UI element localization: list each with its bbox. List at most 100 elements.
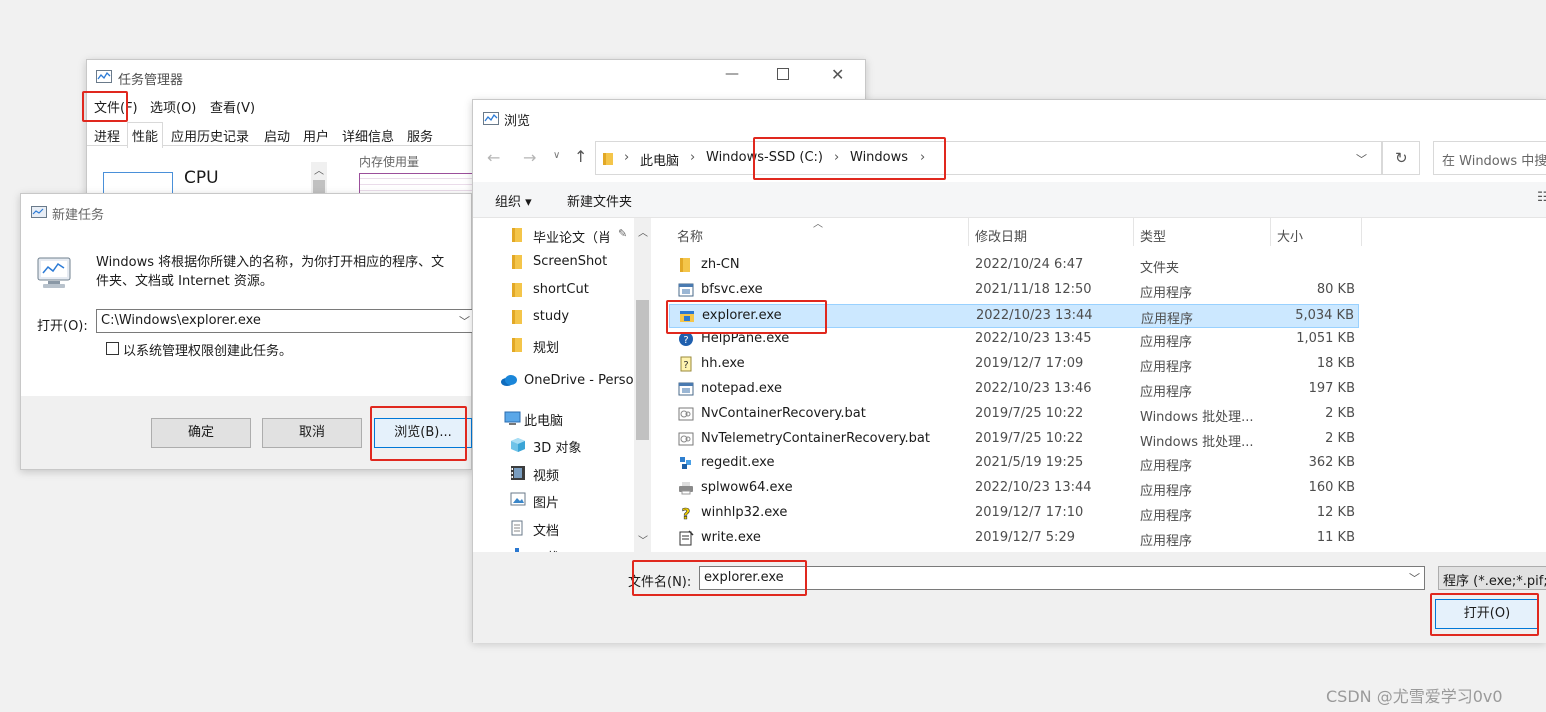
search-box[interactable]: 在 Windows 中搜 — [1433, 141, 1546, 175]
column-date[interactable]: 修改日期 — [975, 226, 1027, 245]
menu-file[interactable]: 文件(F) — [94, 97, 138, 116]
breadcrumb-windows[interactable]: Windows — [850, 150, 908, 165]
nav-item[interactable]: 文档 — [473, 517, 633, 541]
browse-button[interactable]: 浏览(B)... — [374, 418, 472, 448]
app-icon — [678, 381, 694, 401]
tab-app-history[interactable]: 应用历史记录 — [171, 126, 249, 145]
chevron-down-icon[interactable]: ﹀ — [1409, 570, 1420, 586]
pin-icon: ✎ — [618, 227, 628, 240]
task-manager-titlebar: 任务管理器 — ✕ — [87, 60, 865, 92]
column-divider[interactable] — [1361, 218, 1362, 246]
file-row[interactable]: ? hh.exe 2019/12/7 17:09 应用程序 18 KB — [669, 353, 1359, 377]
admin-checkbox[interactable] — [106, 342, 119, 355]
refresh-button[interactable]: ↻ — [1382, 141, 1420, 175]
open-input[interactable]: C:\Windows\explorer.exe — [101, 313, 261, 328]
file-row[interactable]: NvTelemetryContainerRecovery.bat 2019/7/2… — [669, 428, 1359, 452]
column-divider[interactable] — [1270, 218, 1271, 246]
up-icon[interactable]: ↑ — [574, 147, 587, 166]
file-row[interactable]: splwow64.exe 2022/10/23 13:44 应用程序 160 KB — [669, 477, 1359, 501]
scroll-up-icon[interactable]: ︿ — [312, 162, 326, 177]
view-options-icon[interactable]: ☷ — [1537, 190, 1546, 205]
file-name: write.exe — [701, 529, 761, 545]
file-list: ︿ 名称 修改日期 类型 大小 zh-CN 2022/10/24 6:47 文件夹 b… — [653, 218, 1546, 552]
refresh-icon[interactable]: ↻ — [1395, 149, 1408, 167]
column-size[interactable]: 大小 — [1277, 226, 1303, 245]
file-type: 应用程序 — [1140, 484, 1193, 500]
nav-item[interactable]: 规划 — [473, 334, 633, 358]
breadcrumb-this-pc[interactable]: 此电脑 — [640, 150, 679, 169]
svg-text:?: ? — [682, 505, 691, 521]
regedit-icon — [678, 455, 694, 475]
open-button[interactable]: 打开(O) — [1435, 599, 1539, 629]
filename-input[interactable]: explorer.exe — [704, 570, 784, 585]
forward-icon[interactable]: → — [523, 148, 536, 167]
column-type[interactable]: 类型 — [1140, 226, 1166, 245]
file-row[interactable]: NvContainerRecovery.bat 2019/7/25 10:22 Wi… — [669, 403, 1359, 427]
new-task-description-line1: Windows 将根据你所键入的名称，为你打开相应的程序、文 — [96, 255, 445, 270]
file-date: 2021/11/18 12:50 — [975, 281, 1092, 297]
address-dropdown-icon[interactable]: ﹀ — [1356, 151, 1367, 167]
column-divider[interactable] — [1133, 218, 1134, 246]
nav-item[interactable]: 视频 — [473, 462, 633, 486]
filetype-select[interactable]: 程序 (*.exe;*.pif; — [1438, 566, 1546, 590]
new-task-description-line2: 件夹、文档或 Internet 资源。 — [96, 274, 273, 289]
scroll-up-icon[interactable]: ︿ — [636, 224, 650, 239]
filetype-value[interactable]: 程序 (*.exe;*.pif; — [1443, 570, 1546, 589]
filename-label: 文件名(N): — [628, 575, 692, 590]
nav-item[interactable]: 毕业论文（肖 ✎ — [473, 224, 633, 248]
nav-scrollbar[interactable]: ︿ ﹀ — [634, 218, 651, 552]
file-row[interactable]: explorer.exe 2022/10/23 13:44 应用程序 5,034 KB — [669, 303, 1359, 328]
column-divider[interactable] — [968, 218, 969, 246]
file-row[interactable]: bfsvc.exe 2021/11/18 12:50 应用程序 80 KB — [669, 279, 1359, 303]
file-name: explorer.exe — [702, 307, 782, 323]
file-row[interactable]: write.exe 2019/12/7 5:29 应用程序 11 KB — [669, 527, 1359, 551]
breadcrumb[interactable]: › 此电脑 › Windows-SSD (C:) › Windows › ﹀ — [595, 141, 1382, 175]
chevron-down-icon[interactable]: ∨ — [553, 150, 560, 161]
computer-icon — [504, 410, 522, 430]
nav-item[interactable]: study — [473, 306, 633, 330]
menu-options[interactable]: 选项(O) — [150, 97, 196, 116]
nav-item[interactable]: 图片 — [473, 489, 633, 513]
browse-titlebar: 浏览 — [473, 100, 1546, 136]
filename-combobox[interactable]: explorer.exe ﹀ — [699, 566, 1425, 590]
filename-row: 文件名(N): explorer.exe ﹀ 程序 (*.exe;*.pif; … — [473, 552, 1546, 643]
tab-processes[interactable]: 进程 — [94, 126, 120, 145]
file-name: hh.exe — [701, 356, 745, 372]
nav-scroll-thumb[interactable] — [636, 300, 649, 440]
close-icon[interactable]: ✕ — [831, 65, 844, 84]
breadcrumb-drive[interactable]: Windows-SSD (C:) — [706, 150, 823, 165]
chevron-down-icon[interactable]: ﹀ — [459, 313, 470, 329]
ok-button[interactable]: 确定 — [151, 418, 251, 448]
file-row[interactable]: regedit.exe 2021/5/19 19:25 应用程序 362 KB — [669, 452, 1359, 476]
file-row[interactable]: zh-CN 2022/10/24 6:47 文件夹 — [669, 254, 1359, 278]
tab-details[interactable]: 详细信息 — [342, 126, 394, 145]
cancel-button[interactable]: 取消 — [262, 418, 362, 448]
file-row[interactable]: notepad.exe 2022/10/23 13:46 应用程序 197 KB — [669, 378, 1359, 402]
nav-item[interactable]: 下载 — [473, 544, 633, 552]
search-placeholder[interactable]: 在 Windows 中搜 — [1442, 150, 1546, 169]
nav-item[interactable]: 此电脑 — [473, 407, 633, 431]
scroll-down-icon[interactable]: ﹀ — [636, 532, 650, 547]
nav-item[interactable]: 3D 对象 — [473, 434, 633, 458]
folder-icon — [510, 337, 524, 357]
new-folder-button[interactable]: 新建文件夹 — [567, 191, 632, 210]
menu-view[interactable]: 查看(V) — [210, 97, 255, 116]
open-combobox[interactable]: C:\Windows\explorer.exe ﹀ — [96, 309, 473, 333]
column-name[interactable]: 名称 — [677, 226, 703, 245]
file-row[interactable]: ? HelpPane.exe 2022/10/23 13:45 应用程序 1,051 K… — [669, 328, 1359, 352]
back-icon[interactable]: ← — [487, 148, 500, 167]
tab-users[interactable]: 用户 — [303, 126, 329, 145]
tab-services[interactable]: 服务 — [407, 126, 433, 145]
nav-item[interactable]: shortCut — [473, 279, 633, 303]
nav-item[interactable]: OneDrive - Perso — [473, 370, 634, 394]
organize-button[interactable]: 组织 ▾ — [495, 191, 532, 210]
tab-performance[interactable]: 性能 — [127, 122, 164, 148]
nav-item[interactable]: ScreenShot — [473, 251, 633, 275]
folder-icon — [603, 153, 613, 165]
minimize-icon[interactable]: — — [725, 66, 739, 82]
tab-startup[interactable]: 启动 — [264, 126, 290, 145]
maximize-icon[interactable] — [777, 68, 789, 80]
file-row[interactable]: ? winhlp32.exe 2019/12/7 17:10 应用程序 12 KB — [669, 502, 1359, 526]
breadcrumb-separator-icon: › — [920, 150, 926, 165]
nav-item-label: 文档 — [533, 524, 560, 539]
